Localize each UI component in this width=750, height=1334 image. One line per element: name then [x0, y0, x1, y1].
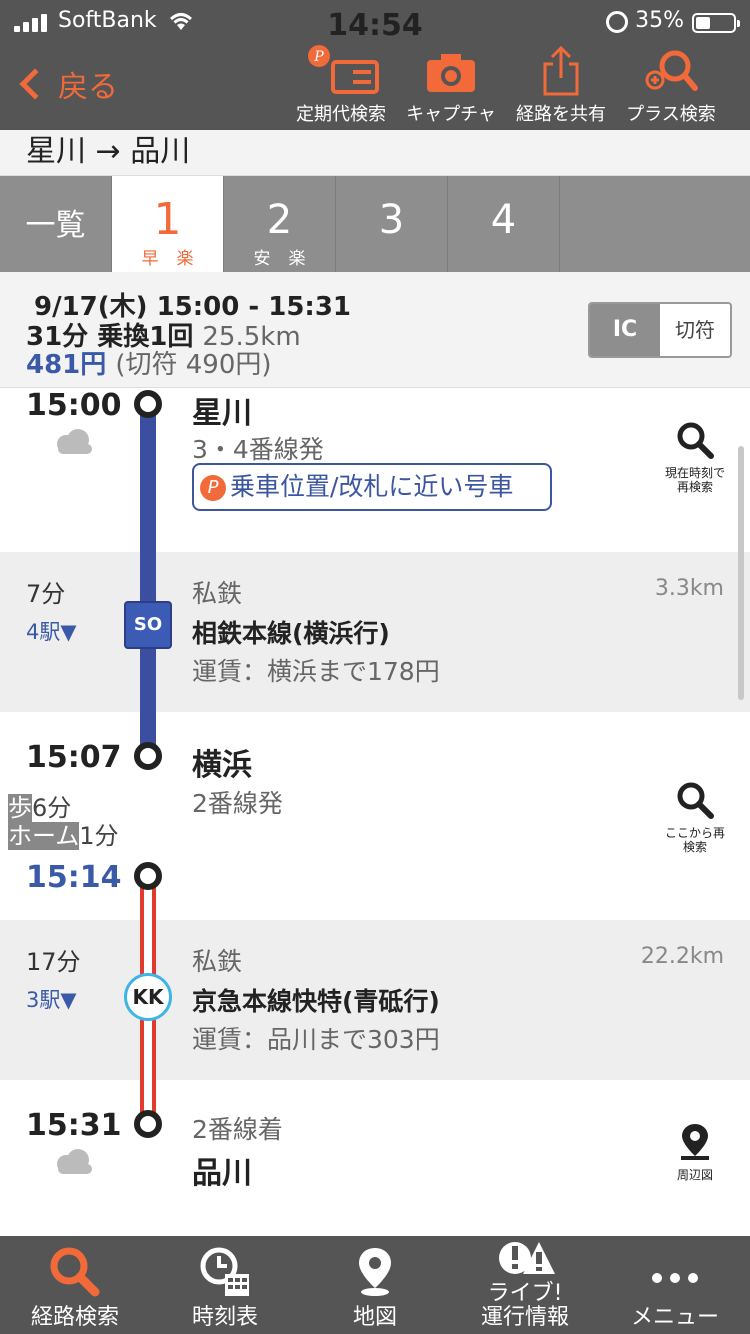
- research-now-button[interactable]: 現在時刻で再検索: [660, 420, 730, 494]
- segment-2-duration: 17分: [26, 948, 81, 976]
- tab-route-4[interactable]: 4: [448, 176, 560, 272]
- research-from-here-button[interactable]: ここから再検索: [660, 780, 730, 854]
- summary-fare: 481円 (切符 490円): [26, 350, 272, 380]
- back-button[interactable]: 戻る: [16, 62, 118, 106]
- status-bar: SoftBank 14:54 35%: [0, 6, 750, 43]
- svg-text:P: P: [313, 49, 324, 65]
- fare-type-toggle: IC 切符: [588, 302, 732, 358]
- tab-list[interactable]: 一覧: [0, 176, 112, 272]
- route-summary: 9/17(木) 15:00 - 15:31 31分 乗換1回 25.5km 48…: [0, 272, 750, 388]
- plus-search-button[interactable]: プラス検索: [616, 44, 726, 126]
- cloudy-weather-icon: [57, 1149, 92, 1174]
- departure-time: 15:00: [26, 388, 122, 423]
- tab-route-1-tags: 早楽: [141, 249, 212, 269]
- plus-search-icon: [645, 50, 698, 91]
- arrival-section: [0, 1080, 750, 1226]
- timetable-icon: [200, 1247, 249, 1296]
- bottom-nav: 経路検索 時刻表 地図 ライブ! 運行情報 メニュー: [0, 1236, 750, 1334]
- arrival-platform: 2番線着: [192, 1115, 283, 1144]
- commuter-pass-label: 定期代検索: [296, 104, 386, 125]
- transfer-arrival-time: 15:07: [26, 740, 122, 775]
- commuter-pass-icon: P: [308, 45, 379, 94]
- map-pin-icon: [359, 1248, 391, 1296]
- route-title: 星川 → 品川: [0, 130, 750, 176]
- segment-1-type: 私鉄: [192, 579, 243, 608]
- segment-1-duration: 7分: [26, 580, 66, 608]
- search-icon: [50, 1247, 100, 1297]
- nav-map[interactable]: 地図: [300, 1236, 450, 1334]
- departure-station[interactable]: 星川: [192, 388, 252, 432]
- battery-icon: [692, 13, 740, 33]
- back-label: 戻る: [58, 70, 118, 105]
- sotetsu-line-badge: SO: [124, 601, 172, 649]
- segment-2-line-name[interactable]: 京急本線快特(青砥行): [192, 982, 440, 1018]
- station-node: [134, 862, 162, 890]
- nav-route-search[interactable]: 経路検索: [0, 1236, 150, 1334]
- nearby-map-button[interactable]: 周辺図: [660, 1122, 730, 1182]
- tab-route-3[interactable]: 3: [336, 176, 448, 272]
- plus-search-label: プラス検索: [626, 104, 716, 125]
- cloudy-weather-icon: [57, 429, 92, 454]
- segment-2-stops-toggle[interactable]: 3駅▼: [26, 984, 77, 1014]
- boarding-position-button[interactable]: P 乗車位置/改札に近い号車: [192, 463, 552, 511]
- station-node: [134, 1110, 162, 1138]
- station-node: [134, 390, 162, 418]
- keikyu-line-badge: KK: [124, 973, 172, 1021]
- route-tabs: 一覧 1 早楽 2 安楽 3 4: [0, 176, 750, 272]
- segment-2-distance: 22.2km: [640, 944, 724, 969]
- map-pin-icon: [681, 1124, 709, 1160]
- search-icon: [677, 782, 714, 819]
- station-node: [134, 742, 162, 770]
- fare-ic-option[interactable]: IC: [590, 304, 660, 356]
- share-icon: [543, 45, 579, 96]
- camera-icon: [427, 54, 475, 92]
- fare-ticket-option[interactable]: 切符: [660, 304, 730, 356]
- summary-ticket-fare: (切符 490円): [115, 350, 272, 380]
- arrival-station[interactable]: 品川: [192, 1148, 252, 1192]
- chevron-left-icon: [19, 68, 51, 100]
- scrollbar[interactable]: [738, 446, 744, 700]
- segment-1-fare: 運賃：横浜まで178円: [192, 657, 440, 686]
- arrival-time: 15:31: [26, 1108, 122, 1143]
- segment-1-distance: 3.3km: [654, 576, 724, 601]
- top-bar: SoftBank 14:54 35% 戻る P 定期代検索 キャプチャ 経路を共…: [0, 0, 750, 130]
- sotetsu-route-line: [140, 404, 156, 754]
- tab-route-2-tags: 安楽: [253, 249, 324, 269]
- segment-1-line-name[interactable]: 相鉄本線(横浜行): [192, 614, 390, 650]
- segment-2-type: 私鉄: [192, 947, 243, 976]
- commuter-pass-search-button[interactable]: P 定期代検索: [286, 44, 396, 126]
- nav-live-info[interactable]: ライブ! 運行情報: [450, 1236, 600, 1334]
- share-label: 経路を共有: [516, 104, 606, 125]
- nav-timetable[interactable]: 時刻表: [150, 1236, 300, 1334]
- segment-1-stops-toggle[interactable]: 4駅▼: [26, 616, 77, 646]
- battery-percent: 35%: [635, 8, 684, 33]
- transfer-platform: 2番線発: [192, 789, 283, 818]
- more-dots-icon: [652, 1273, 698, 1283]
- segment-2-fare: 運賃：品川まで303円: [192, 1025, 440, 1054]
- departure-platform: 3・4番線発: [192, 435, 324, 464]
- tab-route-2[interactable]: 2 安楽: [224, 176, 336, 272]
- capture-button[interactable]: キャプチャ: [396, 44, 506, 126]
- capture-label: キャプチャ: [406, 104, 496, 125]
- transfer-station[interactable]: 横浜: [192, 740, 252, 784]
- tab-route-1[interactable]: 1 早楽: [112, 176, 224, 272]
- platform-time: ホーム1分: [8, 822, 119, 850]
- nav-menu[interactable]: メニュー: [600, 1236, 750, 1334]
- transfer-departure-time: 15:14: [26, 860, 122, 895]
- share-route-button[interactable]: 経路を共有: [506, 44, 616, 126]
- premium-p-icon: P: [200, 475, 226, 501]
- search-icon: [677, 422, 714, 459]
- rotation-lock-icon: [606, 11, 628, 33]
- alert-icon: [499, 1242, 555, 1274]
